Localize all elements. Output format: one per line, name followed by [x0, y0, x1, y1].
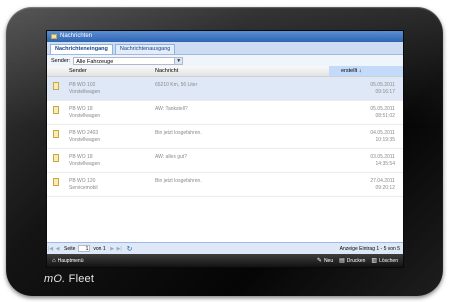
bottom-toolbar: ⌂ Hauptmenü ✎ Neu ▤ Drucken ▥ Löschen: [47, 254, 403, 267]
first-page-button[interactable]: |◀: [47, 246, 54, 252]
brand-mo: mO.: [44, 273, 66, 285]
brand-logo: mO. Fleet: [44, 273, 94, 285]
window-titlebar: Nachrichten: [47, 31, 403, 42]
new-label: Neu: [323, 257, 334, 264]
home-label: Hauptmenü: [57, 257, 84, 264]
row-sender: PB WO 18 Vorstellwagen: [69, 106, 101, 119]
row-message: Bin jetzt losgefahren.: [155, 130, 202, 136]
table-row[interactable]: PB WO 2403 Vorstellwagen Bin jetzt losgef…: [47, 125, 403, 149]
row-created: 05.05.2011 08:51:02: [370, 106, 395, 119]
tab-outbox[interactable]: Nachrichtenausgang: [114, 44, 176, 54]
message-icon: [53, 130, 59, 138]
row-created: 05.05.2011 09:16:17: [370, 82, 395, 95]
printer-icon: ▤: [339, 257, 345, 264]
page-number-input[interactable]: 1: [78, 245, 91, 252]
home-button[interactable]: ⌂ Hauptmenü: [52, 258, 83, 264]
row-sender: PB WO 18 Vorstellwagen: [69, 154, 101, 167]
row-message: 65210 Km, 56 Liter: [155, 82, 198, 88]
message-icon: [53, 82, 59, 90]
delete-button[interactable]: ▥ Löschen: [371, 258, 398, 264]
message-icon: [53, 106, 59, 114]
message-icon: [53, 178, 59, 186]
table-row[interactable]: PB WO 102 Vorstellwagen 65210 Km, 56 Lite…: [47, 77, 403, 101]
table-row[interactable]: PB WO 120 Servicemobil Bin jetzt losgefah…: [47, 173, 403, 197]
message-grid: Sender Nachricht erstellt ↓ PB WO 102 Vor…: [47, 66, 403, 242]
sender-filter-select[interactable]: Alle Fahrzeuge ▼: [73, 57, 184, 65]
page-count-label: von 1: [93, 245, 106, 252]
tab-inbox[interactable]: Nachrichteneingang: [50, 44, 113, 54]
last-page-button[interactable]: ▶|: [116, 246, 123, 252]
column-header-sender[interactable]: Sender: [69, 66, 87, 76]
chevron-down-icon[interactable]: ▼: [174, 58, 183, 64]
table-row[interactable]: PB WO 18 Vorstellwagen AW: Tankstell? 05.…: [47, 101, 403, 125]
paging-display-info: Anzeige Eintrag 1 - 5 von 5: [339, 245, 400, 252]
column-header-message[interactable]: Nachricht: [155, 66, 178, 76]
page-label: Seite: [64, 245, 76, 252]
table-row[interactable]: PB WO 18 Vorstellwagen AW: alles gut? 03.…: [47, 149, 403, 173]
row-message: Bin jetzt losgefahren.: [155, 178, 202, 184]
filter-label: Sender:: [51, 58, 71, 64]
brand-fleet: Fleet: [68, 273, 95, 285]
print-button[interactable]: ▤ Drucken: [339, 258, 365, 264]
new-message-icon: ✎: [316, 257, 322, 264]
paging-toolbar: |◀ ◀ Seite 1 von 1 ▶ ▶| ↻ Anzeige Eintra…: [47, 242, 403, 254]
row-message: AW: alles gut?: [155, 154, 187, 160]
row-message: AW: Tankstell?: [155, 106, 188, 112]
mail-icon: [51, 34, 57, 39]
home-icon: ⌂: [52, 257, 56, 264]
column-header-created[interactable]: erstellt ↓: [329, 66, 403, 76]
sender-filter-value: Alle Fahrzeuge: [76, 59, 114, 65]
grid-header: Sender Nachricht erstellt ↓: [47, 66, 403, 77]
print-label: Drucken: [346, 257, 366, 264]
row-created: 04.05.2011 10:19:35: [370, 130, 395, 143]
row-sender: PB WO 120 Servicemobil: [69, 178, 98, 191]
next-page-button[interactable]: ▶: [109, 246, 116, 252]
new-button[interactable]: ✎ Neu: [317, 258, 333, 264]
row-sender: PB WO 102 Vorstellwagen: [69, 82, 101, 95]
row-created: 03.05.2011 14:35:54: [370, 154, 395, 167]
prev-page-button[interactable]: ◀: [54, 246, 61, 252]
refresh-icon[interactable]: ↻: [127, 245, 133, 253]
window-title: Nachrichten: [60, 33, 93, 39]
row-sender: PB WO 2403 Vorstellwagen: [69, 130, 101, 143]
delete-label: Löschen: [379, 257, 398, 264]
row-created: 27.04.2011 09:20:12: [370, 178, 395, 191]
trash-icon: ▥: [371, 257, 378, 264]
message-icon: [53, 154, 59, 162]
tab-bar: Nachrichteneingang Nachrichtenausgang: [47, 42, 403, 55]
app-screen: Nachrichten Nachrichteneingang Nachricht…: [46, 30, 404, 268]
